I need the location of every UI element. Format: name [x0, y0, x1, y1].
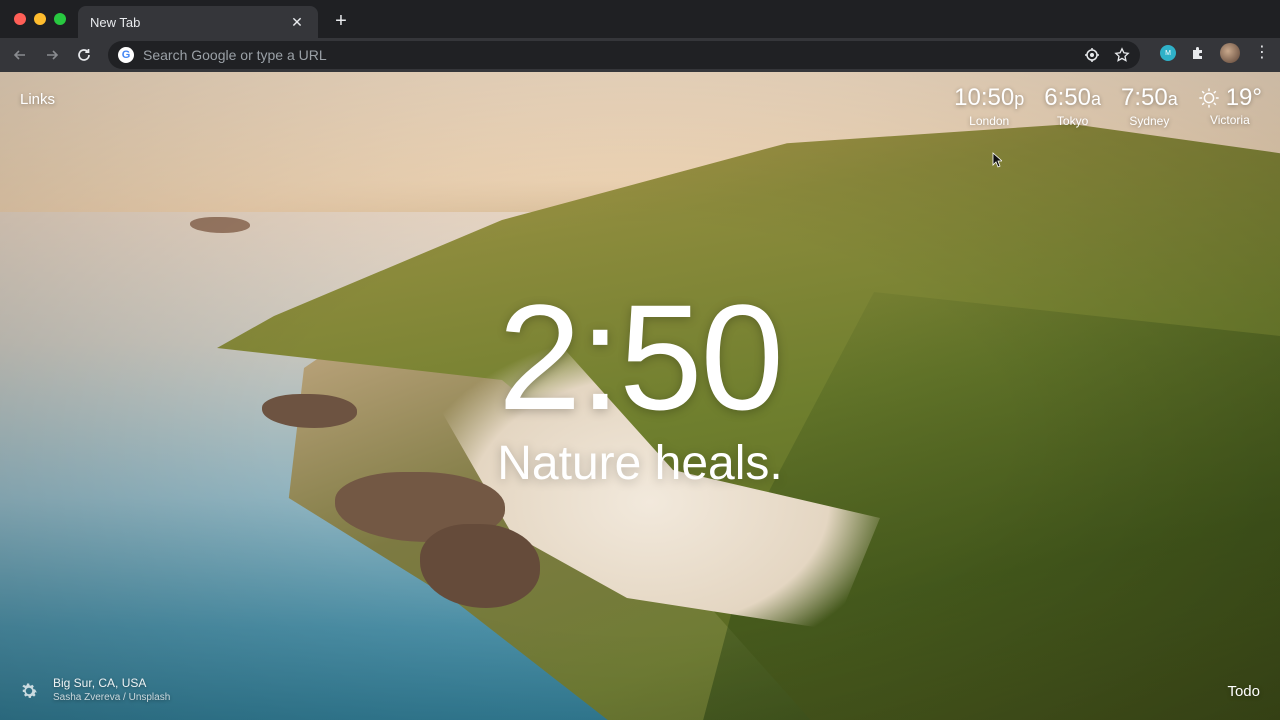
window-minimize-button[interactable] — [34, 13, 46, 25]
clock-time: 6:50a — [1044, 84, 1101, 111]
world-clock-tokyo[interactable]: 6:50a Tokyo — [1044, 84, 1101, 128]
browser-toolbar: G M ⋮ — [0, 38, 1280, 72]
back-button[interactable] — [8, 43, 32, 67]
clock-city: Tokyo — [1056, 114, 1089, 128]
center-content: 2:50 Nature heals. — [0, 282, 1280, 492]
extensions-puzzle-icon[interactable] — [1190, 45, 1206, 61]
world-clock-sydney[interactable]: 7:50a Sydney — [1121, 84, 1178, 128]
location-target-icon[interactable] — [1084, 47, 1100, 63]
momentum-extension-icon[interactable]: M — [1160, 45, 1176, 61]
arrow-left-icon — [13, 50, 25, 60]
mantra[interactable]: Nature heals. — [0, 436, 1280, 492]
photo-info[interactable]: Big Sur, CA, USA Sasha Zvereva / Unsplas… — [53, 676, 170, 705]
close-icon[interactable]: ✕ — [288, 14, 306, 31]
profile-avatar[interactable] — [1220, 43, 1240, 63]
clock-time: 10:50p — [954, 84, 1025, 111]
forward-button[interactable] — [40, 43, 64, 67]
world-clock-london[interactable]: 10:50p London — [954, 84, 1024, 128]
tab-new-tab[interactable]: New Tab ✕ — [78, 6, 318, 38]
world-clocks: 10:50p London 6:50a Tokyo 7:50a Sydney 1… — [954, 84, 1262, 128]
links-button[interactable]: Links — [20, 91, 55, 108]
omnibox-input[interactable] — [143, 47, 1084, 63]
clock-time: 7:50a — [1120, 84, 1178, 111]
google-icon: G — [118, 47, 134, 63]
weather-widget[interactable]: 19° Victoria — [1198, 84, 1262, 127]
todo-button[interactable]: Todo — [1227, 683, 1260, 700]
window-close-button[interactable] — [14, 13, 26, 25]
sun-icon — [1199, 88, 1219, 108]
photo-location: Big Sur, CA, USA — [53, 676, 147, 690]
reload-button[interactable] — [72, 43, 96, 67]
reload-icon — [78, 49, 90, 61]
clock-city: Sydney — [1129, 114, 1170, 128]
photo-credit: Sasha Zvereva / Unsplash — [53, 692, 171, 703]
more-menu-icon[interactable]: ⋮ — [1254, 45, 1270, 61]
new-tab-page: Links 10:50p London 6:50a Tokyo 7:50a Sy… — [0, 72, 1280, 720]
settings-gear-icon[interactable] — [18, 680, 40, 702]
tab-title: New Tab — [90, 14, 141, 30]
new-tab-button[interactable]: + — [330, 10, 352, 32]
browser-titlebar: New Tab ✕ + — [0, 0, 1280, 38]
weather-location: Victoria — [1209, 113, 1250, 127]
address-bar[interactable]: G — [108, 41, 1140, 69]
bookmark-star-icon[interactable] — [1114, 47, 1130, 63]
main-clock: 2:50 — [498, 273, 784, 441]
clock-city: London — [969, 114, 1010, 128]
mouse-cursor-icon — [992, 152, 1002, 168]
window-maximize-button[interactable] — [54, 13, 66, 25]
arrow-right-icon — [47, 50, 59, 60]
weather-temperature: 19° — [1225, 84, 1262, 111]
